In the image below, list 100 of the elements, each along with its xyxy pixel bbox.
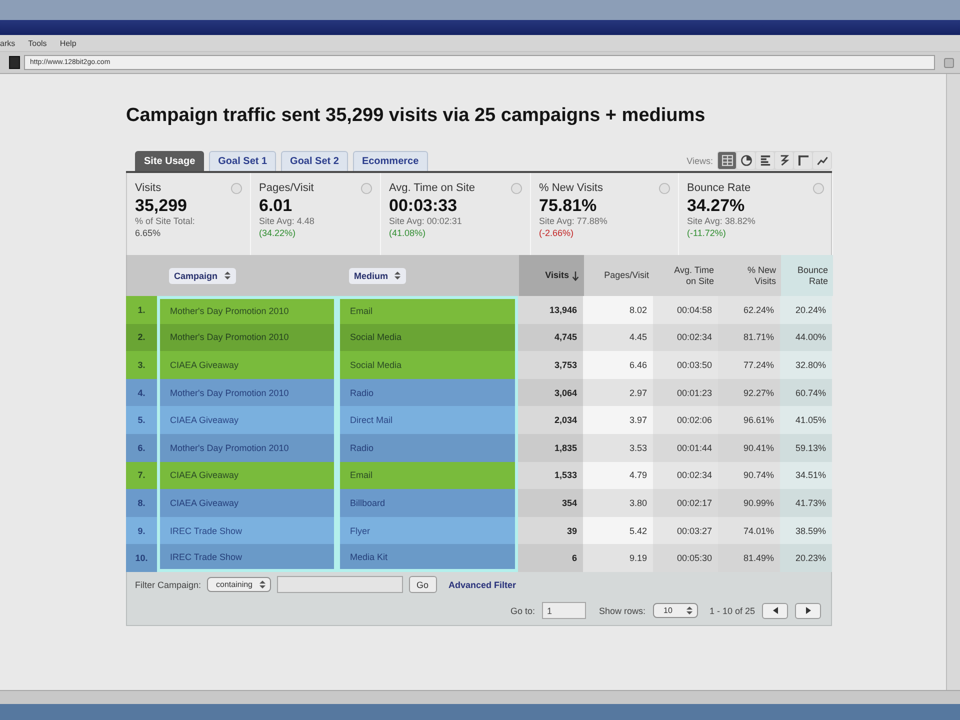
page-range: 1 - 10 of 25 — [709, 606, 755, 616]
table-cell: 4,745 — [518, 324, 583, 352]
table-cell: 00:01:23 — [653, 378, 718, 406]
table-cell[interactable]: CIAEA Giveaway — [157, 406, 337, 434]
table-cell[interactable]: CIAEA Giveaway — [157, 462, 337, 490]
table-cell: 00:05:30 — [653, 544, 718, 572]
table-cell[interactable]: Billboard — [337, 489, 518, 517]
table-cell[interactable]: Radio — [337, 378, 518, 406]
table-cell: 74.01% — [718, 516, 780, 544]
column-select-button[interactable]: Medium — [349, 268, 406, 284]
table-cell[interactable]: CIAEA Giveaway — [157, 489, 337, 517]
table-cell: 4.79 — [583, 462, 653, 490]
table-cell: 41.05% — [780, 406, 832, 434]
go-button[interactable]: Go — [408, 576, 437, 594]
page-input-field[interactable]: 1 — [542, 602, 586, 620]
corner-icon — [798, 155, 808, 166]
up-down-arrows-icon — [224, 271, 231, 280]
metric-note: Site Avg: 4.48 — [259, 216, 314, 227]
tab[interactable]: Goal Set 2 — [281, 151, 348, 171]
table-cell[interactable]: Mother's Day Promotion 2010 — [157, 296, 337, 324]
table-cell[interactable]: Radio — [337, 434, 518, 462]
row-number: 2. — [126, 324, 157, 352]
square-icon[interactable] — [944, 58, 954, 68]
table-cell: 3,064 — [518, 378, 583, 406]
table-cell: 92.27% — [718, 378, 780, 406]
table-cell: 81.71% — [718, 324, 780, 352]
table-cell[interactable]: Flyer — [337, 516, 518, 544]
table-cell: 60.74% — [780, 378, 832, 406]
table-cell: 96.61% — [718, 406, 780, 434]
column-header[interactable]: % New Visits — [719, 255, 781, 296]
table-cell: 90.74% — [718, 462, 780, 490]
metric-note: Site Avg: 77.88% — [539, 216, 608, 227]
menu-item[interactable]: arks — [0, 38, 16, 48]
table-cell: 20.24% — [780, 296, 832, 324]
tab[interactable]: Ecommerce — [352, 151, 428, 171]
table-cell: 1,835 — [518, 434, 583, 462]
table-cell[interactable]: IREC Trade Show — [157, 516, 337, 544]
metric-label: Bounce Rate — [687, 182, 751, 195]
table-cell[interactable]: Email — [337, 462, 518, 490]
zigzag-icon — [778, 155, 790, 166]
triangle-right-icon — [806, 607, 810, 614]
metric-change: (-2.66%) — [539, 227, 574, 239]
metric-label: Pages/Visit — [259, 182, 314, 195]
column-select-button[interactable]: Campaign — [169, 268, 236, 284]
tab[interactable]: Goal Set 1 — [209, 151, 276, 171]
column-header[interactable]: Visits — [519, 255, 584, 296]
menu-item[interactable]: Tools — [28, 38, 47, 48]
table-cell[interactable]: Social Media — [337, 351, 518, 379]
previous-page-button[interactable] — [762, 602, 788, 619]
table-cell[interactable]: IREC Trade Show — [157, 544, 337, 572]
table-cell: 00:02:34 — [653, 324, 718, 352]
row-number: 4. — [126, 378, 157, 406]
column-header[interactable]: Avg. Time on Site — [654, 255, 719, 296]
next-page-button[interactable] — [795, 602, 821, 619]
row-number: 6. — [126, 434, 157, 462]
goto-label: Go to: — [510, 606, 536, 616]
table-cell[interactable]: Mother's Day Promotion 2010 — [157, 324, 337, 352]
filter-input-field[interactable] — [276, 576, 403, 594]
table-cell: 9.19 — [583, 544, 653, 572]
scrollbar[interactable] — [946, 74, 960, 690]
table-cell: 59.13% — [780, 434, 832, 462]
report-title: Campaign traffic sent 35,299 visits via 25 campaigns + mediums — [126, 105, 706, 127]
table-cell: 3.80 — [583, 489, 653, 517]
metric-label: % New Visits — [539, 182, 603, 195]
row-number: 10. — [126, 544, 157, 572]
table-cell[interactable]: Mother's Day Promotion 2010 — [157, 434, 337, 462]
view-button[interactable] — [756, 152, 774, 169]
operator-select[interactable]: containing — [207, 577, 271, 592]
table-cell: 90.41% — [718, 434, 780, 462]
view-button[interactable] — [813, 152, 831, 169]
view-button[interactable] — [794, 152, 812, 169]
menu-item[interactable]: Help — [60, 38, 76, 48]
table-cell: 00:01:44 — [653, 434, 718, 462]
view-button[interactable] — [718, 152, 736, 169]
metric-change: (41.08%) — [389, 227, 426, 239]
table-cell[interactable]: Mother's Day Promotion 2010 — [157, 378, 337, 406]
table-cell: 32.80% — [780, 351, 832, 379]
table-cell: 3,753 — [518, 351, 583, 379]
metric-note: Site Avg: 00:02:31 — [389, 216, 462, 227]
view-button[interactable] — [775, 152, 793, 169]
metric-value: 34.27% — [687, 195, 745, 216]
pie-chart-icon — [740, 155, 752, 166]
table-cell[interactable]: Media Kit — [337, 544, 518, 572]
row-number: 9. — [126, 516, 157, 544]
table-cell[interactable]: Social Media — [337, 324, 518, 352]
table-cell[interactable]: CIAEA Giveaway — [157, 351, 337, 379]
table-cell: 6 — [518, 544, 583, 572]
metric-note: % of Site Total: — [135, 216, 195, 227]
rows-select[interactable]: 10 — [652, 603, 698, 618]
tab[interactable]: Site Usage — [135, 151, 204, 171]
table-cell: 39 — [518, 516, 583, 544]
table-cell[interactable]: Direct Mail — [337, 406, 518, 434]
view-button[interactable] — [737, 152, 755, 169]
table-cell: 1,533 — [518, 462, 583, 490]
advanced-filter-link[interactable]: Advanced Filter — [448, 580, 516, 590]
table-cell[interactable]: Email — [337, 296, 518, 324]
row-number: 3. — [126, 351, 157, 379]
column-header[interactable]: Bounce Rate — [781, 255, 833, 296]
column-header[interactable]: Pages/Visit — [584, 255, 654, 296]
metric-value: 6.01 — [259, 195, 292, 216]
